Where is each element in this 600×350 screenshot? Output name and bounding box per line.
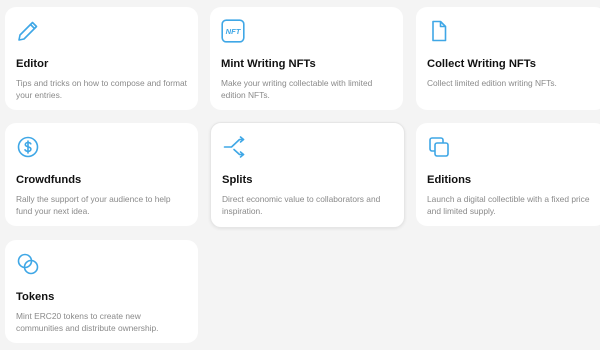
- coins-icon: [16, 252, 40, 276]
- card-description: Make your writing collectable with limit…: [221, 78, 373, 100]
- card-description: Rally the support of your audience to he…: [16, 194, 171, 216]
- card-title: Editor: [16, 58, 49, 70]
- card-title: Crowdfunds: [16, 174, 82, 186]
- card-title: Tokens: [16, 291, 55, 303]
- card-mint-writing-nfts[interactable]: NFT Mint Writing NFTs Make your writing …: [210, 7, 403, 110]
- card-description: Direct economic value to collaborators a…: [222, 194, 381, 216]
- card-description: Collect limited edition writing NFTs.: [427, 78, 557, 88]
- card-description: Launch a digital collectible with a fixe…: [427, 194, 590, 216]
- card-title: Splits: [222, 174, 253, 186]
- pencil-icon: [16, 19, 40, 43]
- split-arrows-icon: [222, 135, 246, 159]
- card-title: Mint Writing NFTs: [221, 58, 316, 70]
- card-crowdfunds[interactable]: Crowdfunds Rally the support of your aud…: [5, 123, 198, 226]
- card-collect-writing-nfts[interactable]: Collect Writing NFTs Collect limited edi…: [416, 7, 600, 110]
- card-editions[interactable]: Editions Launch a digital collectible wi…: [416, 123, 600, 226]
- card-editor[interactable]: Editor Tips and tricks on how to compose…: [5, 7, 198, 110]
- card-description: Mint ERC20 tokens to create new communit…: [16, 311, 159, 333]
- card-title: Editions: [427, 174, 472, 186]
- document-icon: [427, 19, 451, 43]
- card-splits[interactable]: Splits Direct economic value to collabor…: [210, 122, 405, 228]
- nft-badge-text: NFT: [226, 27, 242, 36]
- copy-stack-icon: [427, 135, 451, 159]
- nft-badge-icon: NFT: [221, 19, 245, 43]
- card-tokens[interactable]: Tokens Mint ERC20 tokens to create new c…: [5, 240, 198, 343]
- card-title: Collect Writing NFTs: [427, 58, 536, 70]
- card-description: Tips and tricks on how to compose and fo…: [16, 78, 187, 100]
- dollar-coin-icon: [16, 135, 40, 159]
